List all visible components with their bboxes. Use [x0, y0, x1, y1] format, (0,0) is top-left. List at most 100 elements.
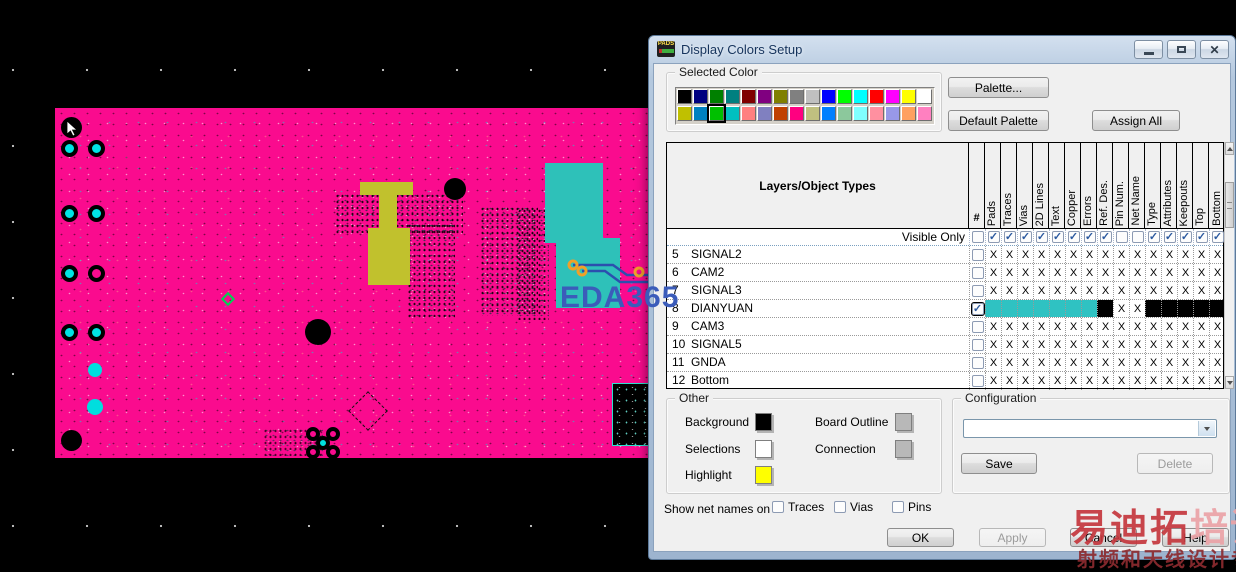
layer-color-cell[interactable]: X: [1177, 372, 1193, 390]
layer-color-cell[interactable]: X: [1129, 318, 1145, 335]
layer-color-cell[interactable]: X: [985, 246, 1001, 263]
layer-color-cell[interactable]: X: [1129, 246, 1145, 263]
layer-color-cell[interactable]: [1001, 300, 1017, 317]
scroll-down-button[interactable]: [1225, 376, 1234, 389]
layer-color-cell[interactable]: X: [1049, 372, 1065, 390]
palette-swatch[interactable]: [837, 89, 852, 104]
layer-color-cell[interactable]: X: [1161, 336, 1177, 353]
layer-color-cell[interactable]: X: [1129, 300, 1145, 317]
layer-color-cell[interactable]: [1049, 300, 1065, 317]
layer-color-cell[interactable]: X: [1081, 246, 1097, 263]
layer-color-cell[interactable]: X: [1001, 354, 1017, 371]
layer-select-checkbox[interactable]: [971, 248, 984, 261]
layer-color-cell[interactable]: X: [1193, 318, 1209, 335]
layer-color-cell[interactable]: X: [1081, 282, 1097, 299]
layer-color-cell[interactable]: X: [1209, 264, 1225, 281]
layer-color-cell[interactable]: X: [1033, 246, 1049, 263]
layer-color-cell[interactable]: X: [985, 354, 1001, 371]
layer-color-cell[interactable]: X: [1193, 246, 1209, 263]
visible-only-checkbox[interactable]: ✓: [1147, 231, 1160, 243]
palette-swatch[interactable]: [805, 89, 820, 104]
layer-color-cell[interactable]: X: [1177, 264, 1193, 281]
other-color-swatch-highlight[interactable]: [755, 466, 772, 484]
palette-swatch[interactable]: [789, 89, 804, 104]
layer-color-cell[interactable]: X: [1129, 264, 1145, 281]
layer-color-cell[interactable]: X: [1065, 318, 1081, 335]
other-color-swatch-background[interactable]: [755, 413, 772, 431]
net-names-checkbox-traces[interactable]: [772, 501, 784, 513]
palette-swatch[interactable]: [741, 89, 756, 104]
show-net-names-vias[interactable]: Vias: [834, 500, 873, 514]
layer-color-cell[interactable]: X: [1097, 246, 1113, 263]
layer-color-cell[interactable]: X: [1017, 246, 1033, 263]
visible-only-checkbox[interactable]: ✓: [1035, 231, 1048, 243]
layer-color-cell[interactable]: X: [1033, 336, 1049, 353]
visible-only-checkbox[interactable]: ✓: [1195, 231, 1208, 243]
layer-row-gnda[interactable]: 11 GNDA X X X X X X X X X X X X X X X: [667, 354, 1223, 372]
layer-color-cell[interactable]: X: [1145, 282, 1161, 299]
layer-color-cell[interactable]: X: [1001, 372, 1017, 390]
palette-swatch[interactable]: [773, 89, 788, 104]
layer-color-cell[interactable]: X: [1145, 354, 1161, 371]
layer-color-cell[interactable]: X: [1193, 264, 1209, 281]
layer-color-cell[interactable]: X: [1081, 264, 1097, 281]
palette-swatch[interactable]: [709, 89, 724, 104]
palette-swatch[interactable]: [837, 106, 852, 121]
layer-color-cell[interactable]: X: [1065, 336, 1081, 353]
default-palette-button[interactable]: Default Palette: [948, 110, 1049, 131]
layer-color-cell[interactable]: X: [1145, 318, 1161, 335]
layer-color-cell[interactable]: X: [1177, 282, 1193, 299]
layer-color-cell[interactable]: X: [1065, 282, 1081, 299]
palette-swatch[interactable]: [821, 89, 836, 104]
visible-only-checkbox[interactable]: ✓: [1163, 231, 1176, 243]
layer-color-cell[interactable]: X: [1017, 282, 1033, 299]
palette-swatch[interactable]: [885, 106, 900, 121]
layer-color-cell[interactable]: X: [1081, 372, 1097, 390]
layer-color-cell[interactable]: X: [985, 318, 1001, 335]
layer-color-cell[interactable]: X: [1161, 372, 1177, 390]
layer-color-cell[interactable]: X: [1017, 318, 1033, 335]
palette-swatch[interactable]: [853, 106, 868, 121]
other-color-swatch-selections[interactable]: [755, 440, 772, 458]
layer-color-cell[interactable]: X: [1001, 246, 1017, 263]
layer-color-cell[interactable]: X: [1065, 246, 1081, 263]
layer-row-bottom[interactable]: 12 Bottom X X X X X X X X X X X X X X X: [667, 372, 1223, 390]
palette-swatch[interactable]: [741, 106, 756, 121]
assign-all-button[interactable]: Assign All: [1092, 110, 1180, 131]
layer-color-cell[interactable]: X: [1081, 354, 1097, 371]
palette-button[interactable]: Palette...: [948, 77, 1049, 98]
layer-color-cell[interactable]: X: [1033, 318, 1049, 335]
ok-button[interactable]: OK: [887, 528, 954, 547]
layer-color-cell[interactable]: X: [1033, 264, 1049, 281]
palette-swatch[interactable]: [869, 89, 884, 104]
layer-color-cell[interactable]: X: [1161, 318, 1177, 335]
layer-color-cell[interactable]: X: [1113, 264, 1129, 281]
layer-color-cell[interactable]: X: [1049, 318, 1065, 335]
layer-select-checkbox[interactable]: [971, 356, 984, 369]
layer-color-cell[interactable]: X: [1049, 246, 1065, 263]
layer-color-cell[interactable]: X: [1193, 372, 1209, 390]
layer-color-cell[interactable]: X: [1113, 318, 1129, 335]
palette-swatch[interactable]: [773, 106, 788, 121]
layer-color-cell[interactable]: X: [1209, 336, 1225, 353]
palette-swatch[interactable]: [677, 106, 692, 121]
layer-color-cell[interactable]: X: [1017, 264, 1033, 281]
layer-color-cell[interactable]: X: [1097, 372, 1113, 390]
layer-color-cell[interactable]: [1209, 300, 1225, 317]
layer-color-cell[interactable]: [1033, 300, 1049, 317]
layer-color-cell[interactable]: X: [1209, 354, 1225, 371]
palette-swatch[interactable]: [901, 89, 916, 104]
visible-only-checkbox[interactable]: [1131, 231, 1144, 243]
layer-color-cell[interactable]: X: [1129, 354, 1145, 371]
layer-color-cell[interactable]: X: [1033, 372, 1049, 390]
layer-color-cell[interactable]: X: [1065, 354, 1081, 371]
layer-color-cell[interactable]: [1097, 300, 1113, 317]
visible-only-checkbox[interactable]: ✓: [1067, 231, 1080, 243]
layer-color-cell[interactable]: X: [1145, 336, 1161, 353]
net-names-checkbox-vias[interactable]: [834, 501, 846, 513]
layer-color-cell[interactable]: X: [1033, 282, 1049, 299]
layer-color-cell[interactable]: X: [1097, 282, 1113, 299]
layer-color-cell[interactable]: X: [1145, 372, 1161, 390]
palette-swatch[interactable]: [901, 106, 916, 121]
layer-row-signal5[interactable]: 10 SIGNAL5 X X X X X X X X X X X X X X X: [667, 336, 1223, 354]
